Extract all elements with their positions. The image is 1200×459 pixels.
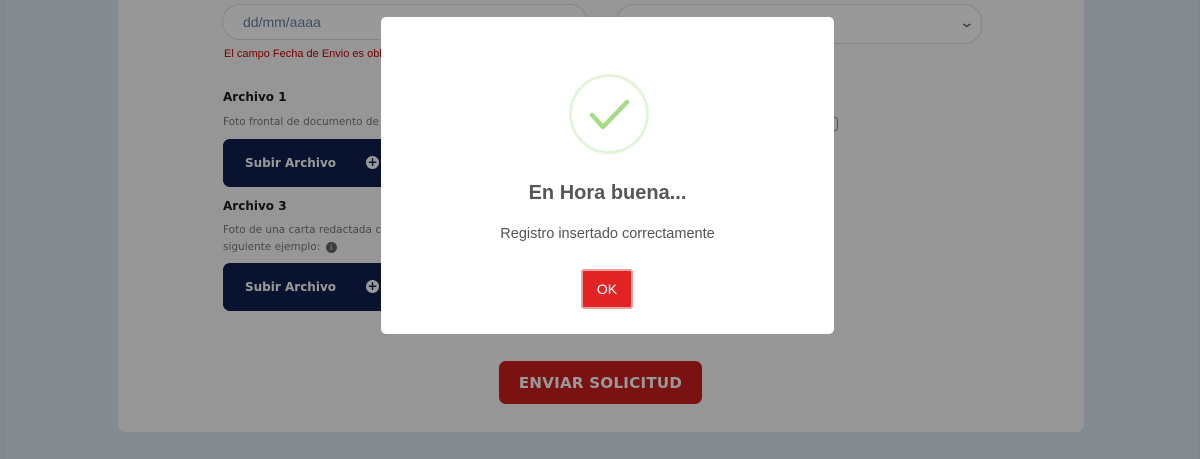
- ok-button[interactable]: OK: [581, 269, 633, 309]
- success-dialog: En Hora buena... Registro insertado corr…: [381, 17, 834, 334]
- success-check-icon: [569, 74, 649, 154]
- dialog-message: Registro insertado correctamente: [500, 226, 715, 242]
- dialog-title: En Hora buena...: [528, 182, 687, 204]
